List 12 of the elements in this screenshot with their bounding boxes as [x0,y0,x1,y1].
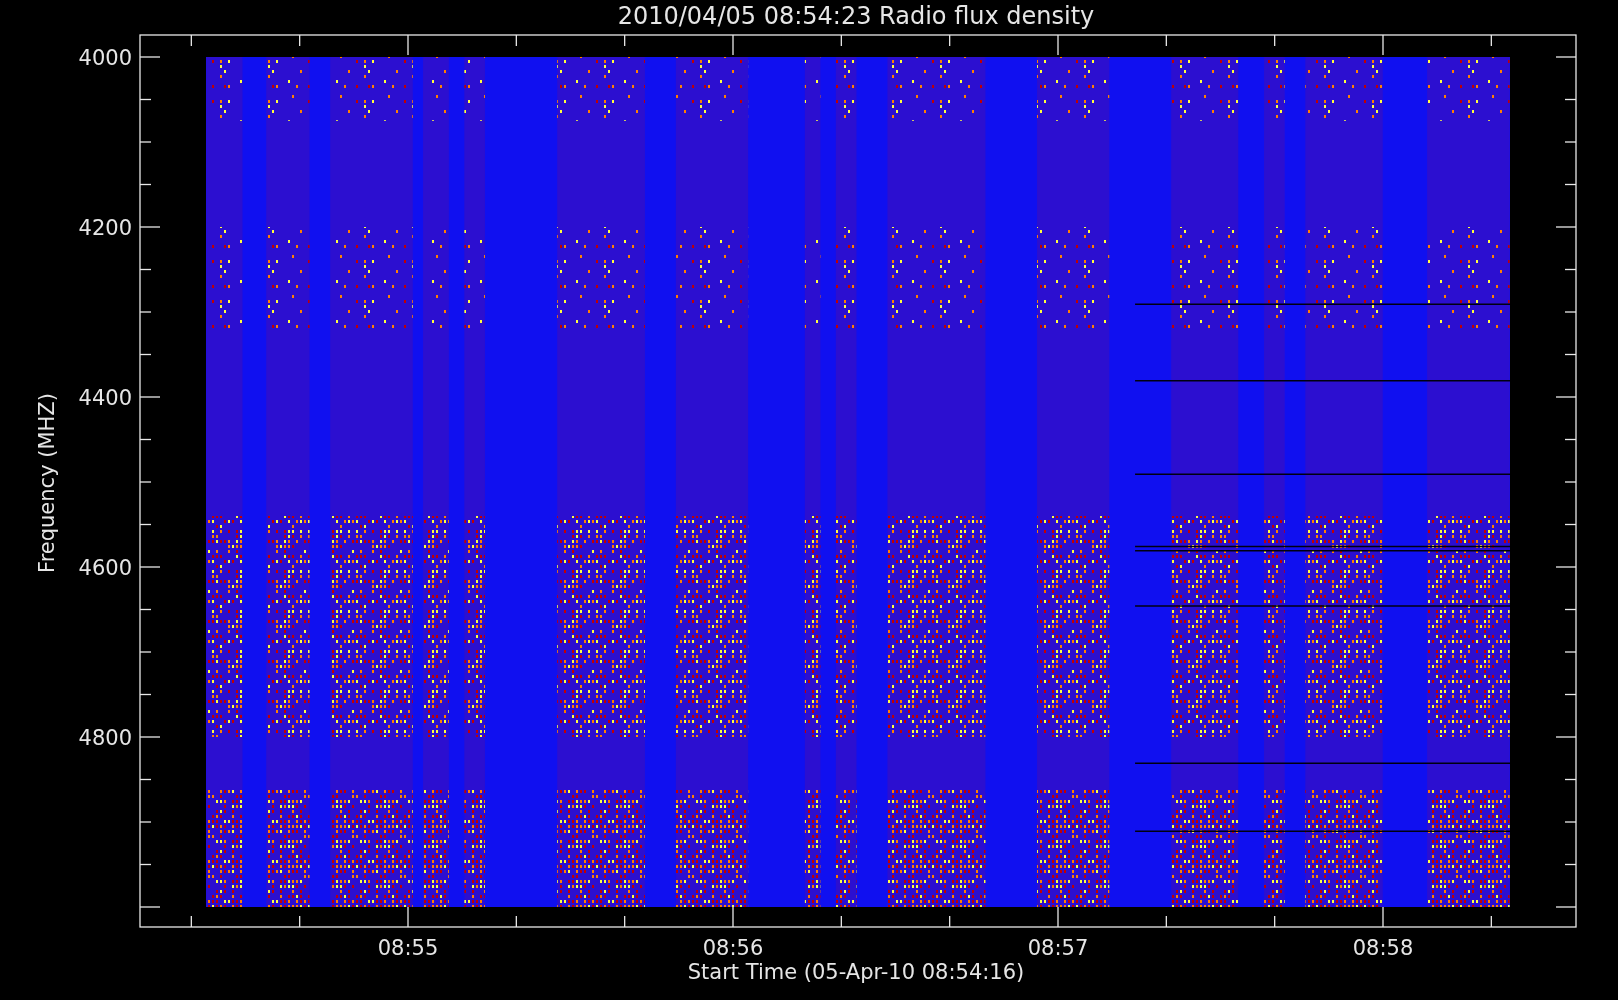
axis-label: Start Time (05-Apr-10 08:54:16) [687,960,1025,984]
tick-label: 4200 [78,216,132,240]
plot-title: 2010/04/05 08:54:23 Radio flux density [617,2,1095,30]
tick-label: 4000 [78,46,132,70]
tick-label: 4800 [78,726,132,750]
tick-label: 4400 [78,386,132,410]
tick-label: 08:58 [1352,936,1414,960]
tick-label: 4600 [78,556,132,580]
tick-label: 08:55 [377,936,439,960]
tick-label: 08:56 [702,936,764,960]
tick-label: 08:57 [1027,936,1089,960]
axis-label: Frequency (MHZ) [35,393,59,573]
